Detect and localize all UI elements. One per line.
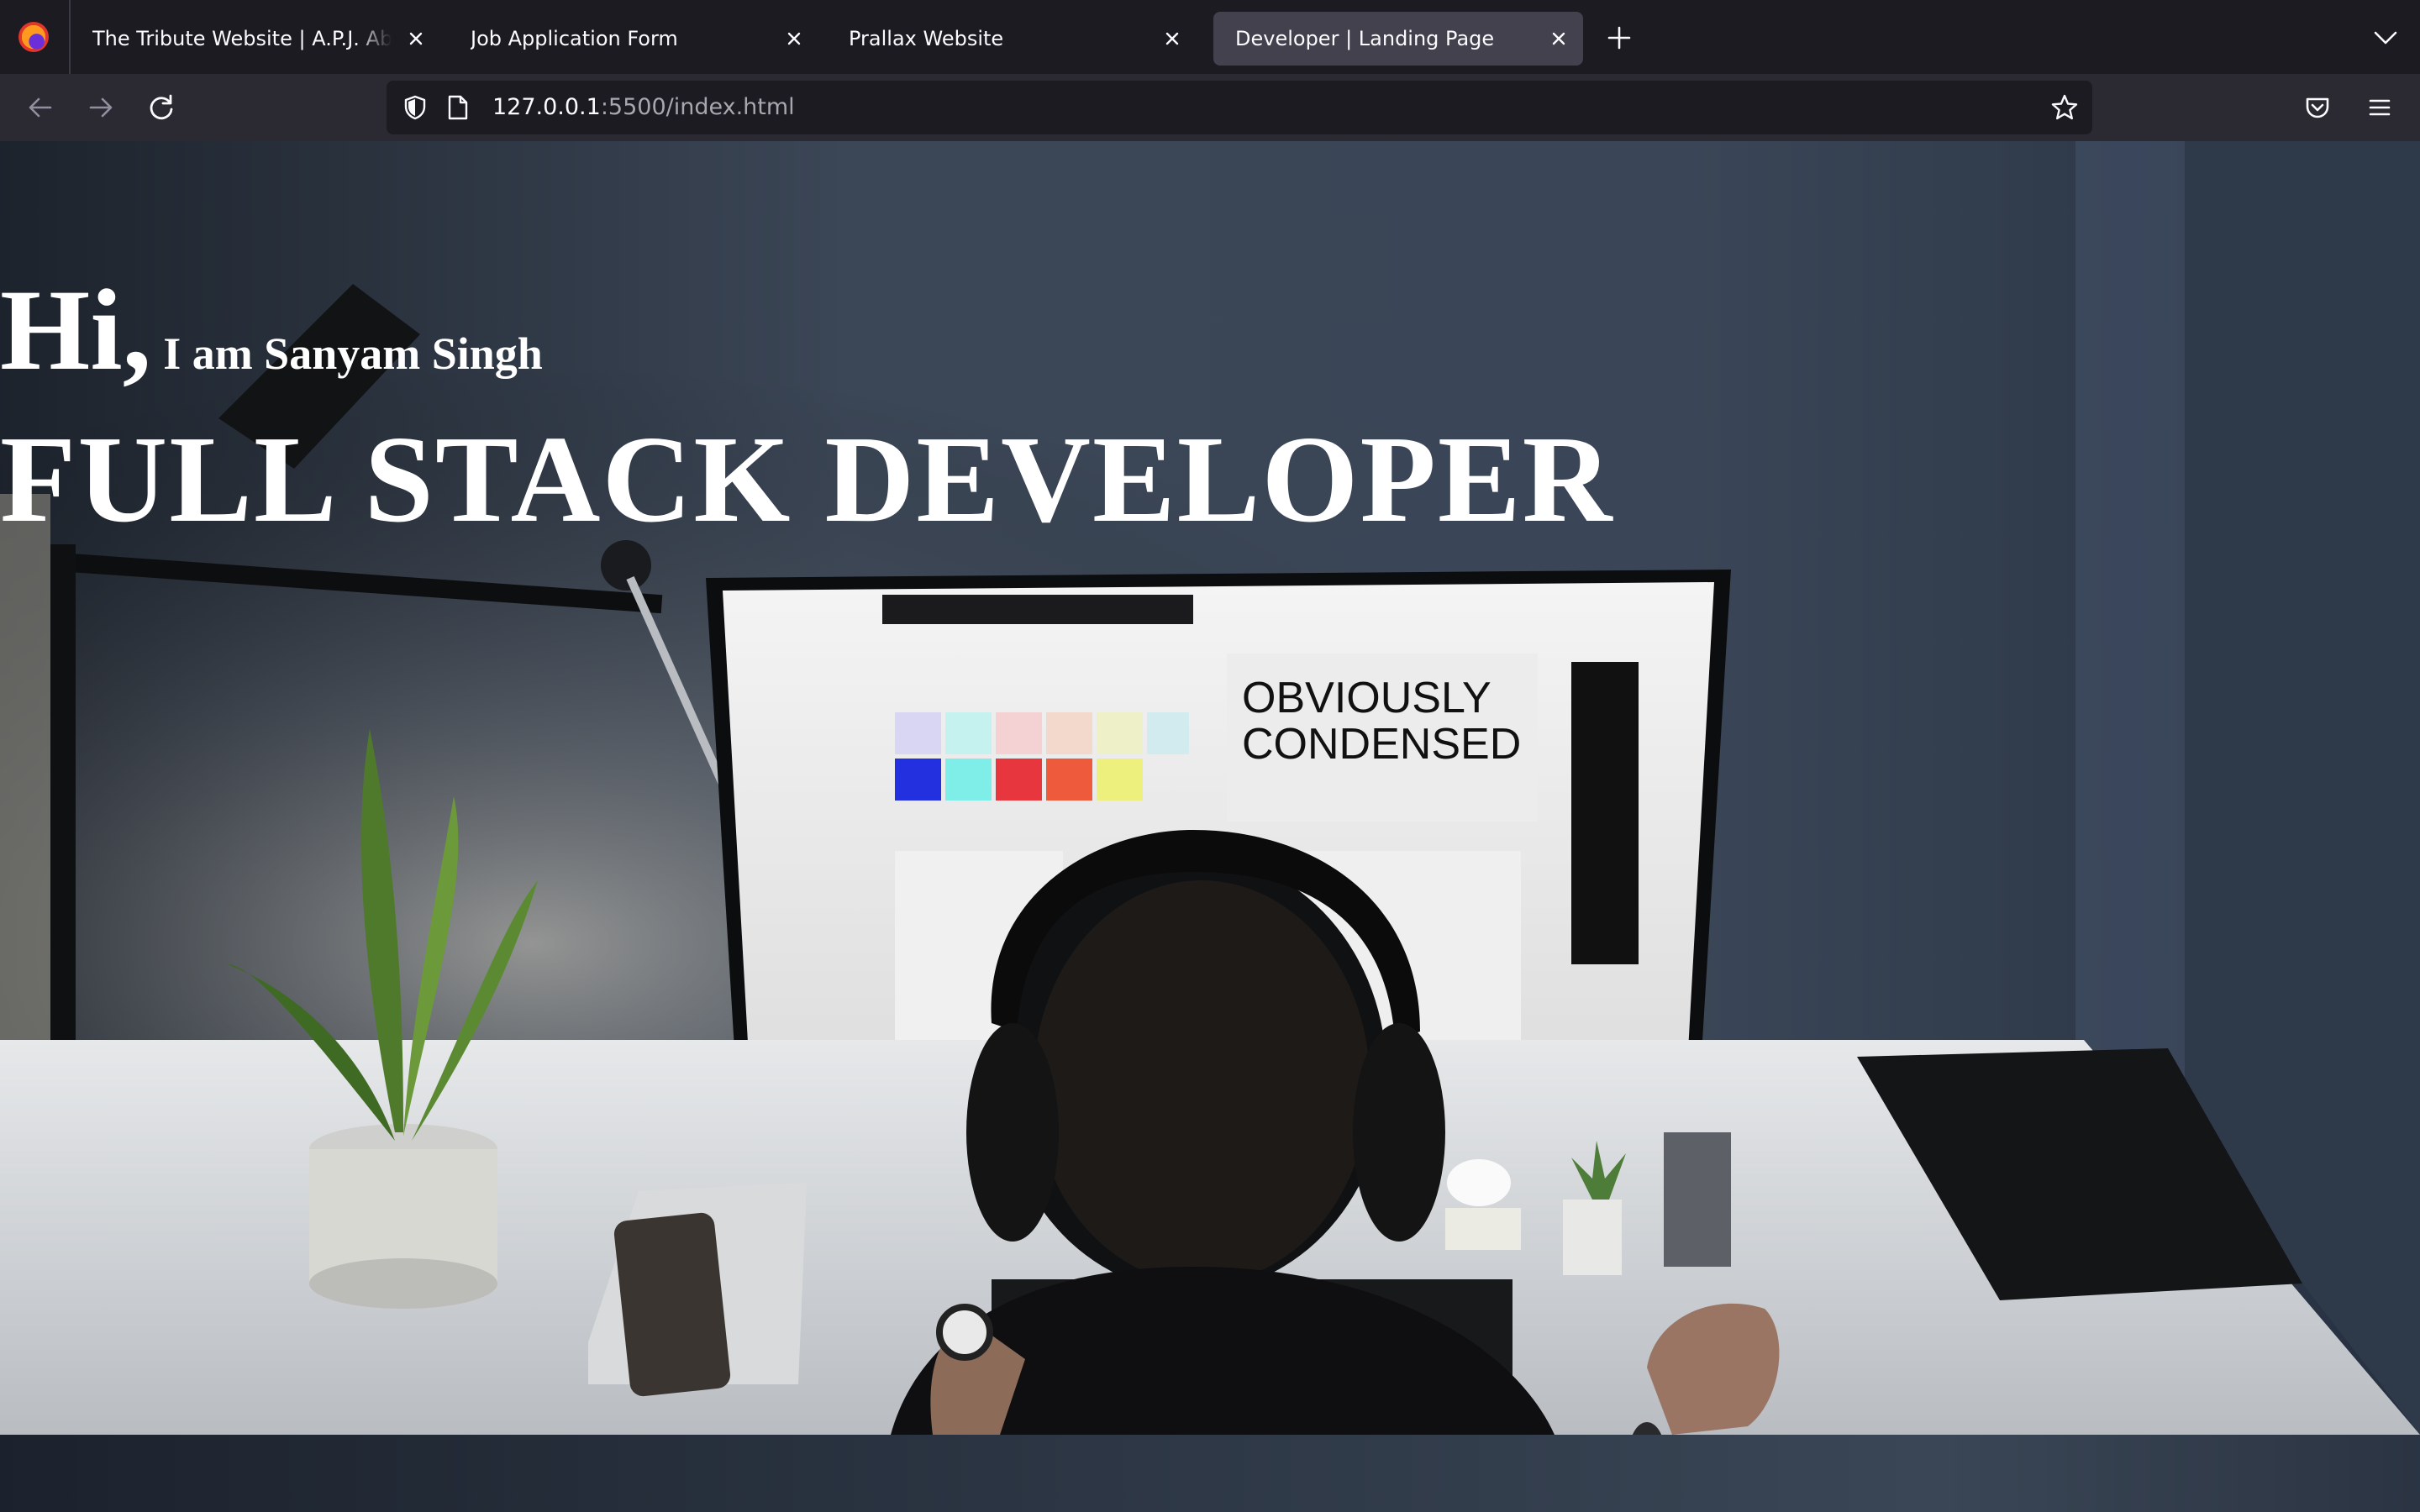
- address-bar[interactable]: 127.0.0.1:5500/index.html: [387, 81, 2092, 134]
- url-path: :5500/index.html: [600, 94, 795, 120]
- reload-icon[interactable]: [145, 91, 178, 124]
- svg-text:OBVIOUSLY: OBVIOUSLY: [1242, 674, 1491, 722]
- url-host: 127.0.0.1: [492, 94, 601, 120]
- firefox-logo-icon[interactable]: [18, 22, 49, 52]
- greeting-text: Hi,: [0, 265, 152, 394]
- hamburger-menu-icon[interactable]: [2365, 92, 2395, 123]
- tab-parallax-website[interactable]: Prallax Website: [827, 12, 1197, 66]
- tab-developer-landing[interactable]: Developer | Landing Page: [1213, 12, 1583, 66]
- forward-arrow-icon[interactable]: [84, 91, 118, 124]
- shield-icon[interactable]: [402, 94, 429, 121]
- below-fold-strip: [0, 1435, 2420, 1512]
- tab-label: The Tribute Website | A.P.J. Abdul Kalam: [92, 27, 392, 50]
- intro-text: I am Sanyam Singh: [163, 328, 543, 379]
- tab-strip: The Tribute Website | A.P.J. Abdul Kalam…: [0, 0, 2420, 74]
- close-icon[interactable]: [1546, 26, 1571, 51]
- page-viewport: OBVIOUSLY CONDENSED Hi, I am Sanyam Sing…: [0, 141, 2420, 1512]
- svg-text:CONDENSED: CONDENSED: [1242, 720, 1521, 769]
- tab-job-application[interactable]: Job Application Form: [449, 12, 818, 66]
- page-icon[interactable]: [445, 94, 471, 121]
- close-icon[interactable]: [1160, 26, 1185, 51]
- navigation-toolbar: 127.0.0.1:5500/index.html: [0, 74, 2420, 141]
- browser-window: The Tribute Website | A.P.J. Abdul Kalam…: [0, 0, 2420, 1512]
- tab-tribute-website[interactable]: The Tribute Website | A.P.J. Abdul Kalam: [71, 12, 440, 66]
- tab-label: Job Application Form: [471, 27, 678, 50]
- star-icon[interactable]: [2050, 93, 2079, 122]
- url-text[interactable]: 127.0.0.1:5500/index.html: [492, 81, 795, 134]
- tab-label: Developer | Landing Page: [1235, 27, 1495, 50]
- chevron-down-icon[interactable]: [2371, 24, 2400, 52]
- hero-role-title: FULL STACK DEVELOPER: [0, 411, 1614, 549]
- plus-icon[interactable]: [1603, 22, 1635, 54]
- close-icon[interactable]: [403, 26, 429, 51]
- close-icon[interactable]: [781, 26, 807, 51]
- tab-label: Prallax Website: [849, 27, 1004, 50]
- back-arrow-icon[interactable]: [24, 91, 57, 124]
- hero-greeting: Hi, I am Sanyam Singh: [0, 267, 543, 393]
- pocket-icon[interactable]: [2302, 92, 2333, 123]
